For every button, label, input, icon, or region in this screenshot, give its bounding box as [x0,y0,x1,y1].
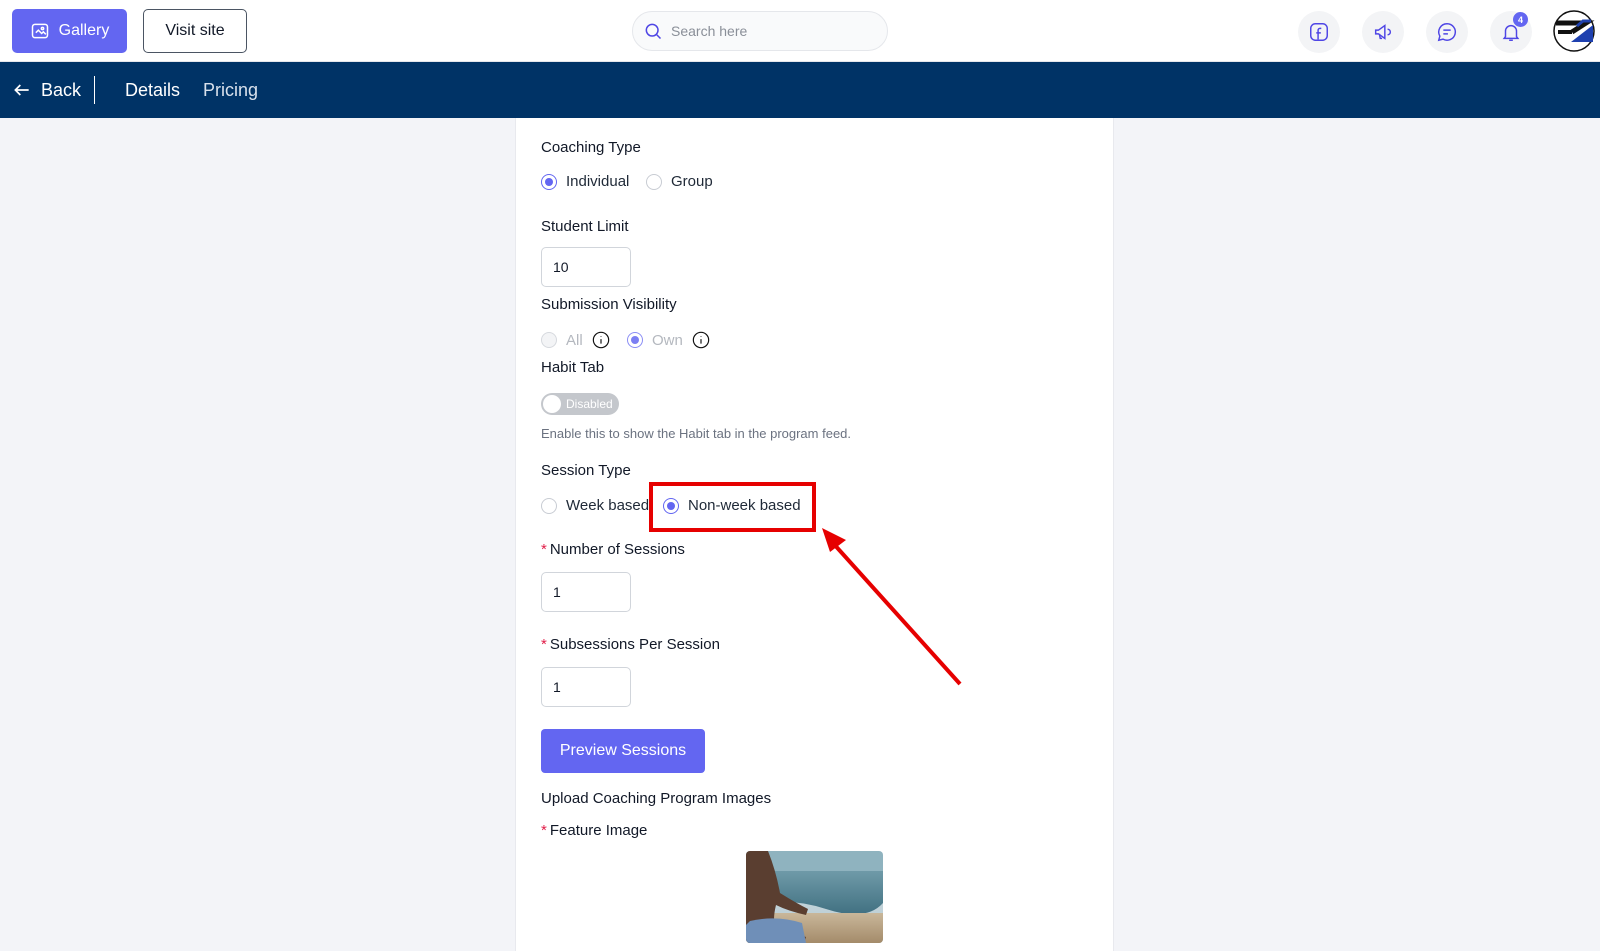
beach-meditation-image [746,851,883,943]
notifications-button[interactable]: 4 [1490,11,1532,53]
required-mark: * [541,636,547,653]
facebook-button[interactable] [1298,11,1340,53]
number-of-sessions-input[interactable] [541,572,631,612]
student-limit-input[interactable] [541,247,631,287]
info-icon[interactable] [692,331,710,349]
coaching-type-label: Coaching Type [541,139,641,156]
chat-icon [1437,23,1457,42]
gallery-button[interactable]: Gallery [12,9,127,53]
subsessions-text: Subsessions Per Session [549,636,720,653]
student-limit-label: Student Limit [541,218,629,235]
gallery-button-label: Gallery [58,22,110,39]
habit-tab-help: Enable this to show the Habit tab in the… [541,426,852,441]
required-mark: * [541,541,547,558]
upload-heading: Upload Coaching Program Images [541,790,772,807]
brand-logo-icon [1553,10,1595,52]
radio-group-circle[interactable] [646,173,662,190]
nav-bar: Back Details Pricing [0,62,1600,118]
gallery-icon [31,23,48,39]
nav-divider [94,76,95,104]
announcements-button[interactable] [1362,11,1404,53]
radio-group[interactable]: Group [646,173,713,190]
number-of-sessions-text: Number of Sessions [549,541,685,558]
radio-individual-circle[interactable] [541,173,557,190]
number-of-sessions-label: * Number of Sessions [541,541,685,558]
radio-week-based[interactable]: Week based [541,497,649,514]
annotation-highlight-box [649,482,816,532]
facebook-icon [1310,23,1328,41]
chat-button[interactable] [1426,11,1468,53]
radio-week-based-circle[interactable] [541,497,557,514]
megaphone-icon [1374,24,1391,40]
radio-all: All [541,331,610,349]
info-icon[interactable] [592,331,610,349]
search-input[interactable] [671,23,861,39]
radio-group-label: Group [671,173,713,190]
notification-badge: 4 [1513,12,1528,27]
toggle-text: Disabled [566,397,613,411]
session-type-label: Session Type [541,462,631,479]
radio-own-label: Own [652,331,683,349]
preview-sessions-button[interactable]: Preview Sessions [541,729,705,773]
visit-site-label: Visit site [165,22,225,39]
radio-all-label: All [566,331,583,349]
submission-visibility-label: Submission Visibility [541,296,677,313]
top-bar: Gallery Visit site 4 [0,0,1600,62]
search-box [632,11,888,51]
tab-details[interactable]: Details [125,62,180,118]
radio-individual[interactable]: Individual [541,173,629,190]
back-button[interactable]: Back [12,62,81,118]
radio-individual-label: Individual [566,173,630,190]
radio-week-based-label: Week based [566,497,650,514]
avatar[interactable] [1553,10,1595,52]
habit-tab-label: Habit Tab [541,359,605,376]
subsessions-input[interactable] [541,667,631,707]
feature-image-thumbnail[interactable] [746,851,883,943]
feature-image-text: Feature Image [549,822,648,839]
visit-site-button[interactable]: Visit site [143,9,247,53]
habit-tab-toggle[interactable]: Disabled [541,393,619,415]
search-icon [645,23,662,40]
form-panel: Coaching Type Individual Group Student L… [515,118,1114,951]
radio-all-circle [541,332,557,348]
arrow-left-icon [14,84,29,96]
toggle-knob [543,395,561,413]
radio-own-circle [627,332,643,348]
subsessions-label: * Subsessions Per Session [541,636,720,653]
radio-own: Own [627,331,710,349]
required-mark: * [541,822,547,839]
back-label: Back [41,79,82,100]
feature-image-label: * Feature Image [541,822,647,839]
tab-pricing[interactable]: Pricing [203,62,258,118]
